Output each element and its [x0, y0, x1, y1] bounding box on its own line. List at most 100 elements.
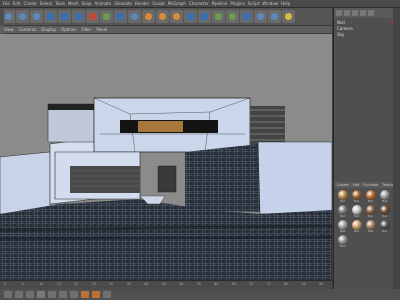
menu-item-simulate[interactable]: Simulate — [114, 1, 132, 6]
right-wall — [257, 141, 332, 215]
floor-icon[interactable] — [254, 10, 267, 23]
material-swatch[interactable]: Mat — [336, 220, 349, 234]
material-preview-ball — [365, 190, 376, 200]
material-menu-create[interactable]: Create — [337, 183, 349, 187]
menu-item-mesh[interactable]: Mesh — [68, 1, 79, 6]
render-picture-icon[interactable] — [156, 10, 169, 23]
record-icon[interactable] — [81, 291, 89, 298]
material-swatch[interactable] — [378, 235, 391, 249]
deformer-icon[interactable] — [240, 10, 253, 23]
material-menu-edit[interactable]: Edit — [353, 183, 360, 187]
menu-item-plugins[interactable]: Plugins — [230, 1, 244, 6]
select-icon[interactable] — [30, 10, 43, 23]
3d-viewport[interactable] — [0, 34, 332, 280]
coordinate-icon[interactable] — [128, 10, 141, 23]
object-manager-tab-objects[interactable] — [360, 10, 366, 16]
next-frame-icon[interactable] — [48, 291, 56, 298]
play-icon[interactable] — [37, 291, 45, 298]
material-name: Mat — [340, 215, 345, 218]
menu-item-animate[interactable]: Animate — [95, 1, 112, 6]
material-swatch[interactable]: Mat — [336, 235, 349, 249]
menu-item-file[interactable]: File — [3, 1, 10, 6]
pen-icon[interactable] — [198, 10, 211, 23]
material-swatch[interactable] — [350, 235, 363, 249]
object-list-item[interactable]: Camera — [337, 26, 377, 31]
array-icon[interactable] — [226, 10, 239, 23]
menu-item-pipeline[interactable]: Pipeline — [212, 1, 228, 6]
redo-icon[interactable] — [16, 10, 29, 23]
camera-icon[interactable] — [268, 10, 281, 23]
material-swatch[interactable]: Mat — [364, 205, 377, 219]
menu-item-sculpt[interactable]: Sculpt — [152, 1, 165, 6]
material-swatch[interactable]: Mat — [336, 190, 349, 204]
go-end-icon[interactable] — [70, 291, 78, 298]
viewport-menu-view[interactable]: View — [4, 27, 14, 32]
x-axis-icon[interactable] — [86, 10, 99, 23]
prev-key-icon[interactable] — [15, 291, 23, 298]
material-grid: Mat Mat Mat Mat Mat Mat Mat Mat Mat Mat Mat Mat Mat — [336, 190, 392, 249]
subdivision-icon[interactable] — [212, 10, 225, 23]
viewport-menu-cameras[interactable]: Cameras — [19, 27, 37, 32]
material-swatch[interactable]: Mat — [350, 220, 363, 234]
move-icon[interactable] — [44, 10, 57, 23]
keyframe-sel-icon[interactable] — [103, 291, 111, 298]
material-swatch[interactable]: Mat — [364, 220, 377, 234]
menu-item-character[interactable]: Character — [189, 1, 209, 6]
material-preview-ball — [379, 205, 390, 215]
menu-item-snap[interactable]: Snap — [81, 1, 91, 6]
menu-item-render[interactable]: Render — [135, 1, 149, 6]
viewport-menu-display[interactable]: Display — [41, 27, 56, 32]
material-swatch[interactable]: Mat — [350, 190, 363, 204]
material-swatch[interactable]: Mat — [364, 190, 377, 204]
cube-icon[interactable] — [184, 10, 197, 23]
menu-item-help[interactable]: Help — [281, 1, 290, 6]
material-swatch[interactable]: Mat — [378, 220, 391, 234]
material-menu-function[interactable]: Function — [363, 183, 378, 187]
viewport-menu-filter[interactable]: Filter — [81, 27, 91, 32]
menu-item-mograph[interactable]: MoGraph — [168, 1, 186, 6]
timeline-tick-label: 20 — [74, 282, 79, 286]
scale-icon[interactable] — [58, 10, 71, 23]
object-list-item[interactable]: Sky — [337, 32, 377, 37]
material-swatch[interactable] — [364, 235, 377, 249]
rotate-icon[interactable] — [72, 10, 85, 23]
material-name: Mat — [354, 215, 359, 218]
material-swatch[interactable]: Mat — [378, 190, 391, 204]
object-list-item[interactable]: Null — [337, 20, 377, 25]
y-axis-icon[interactable] — [100, 10, 113, 23]
timeline-tick-label: 45 — [161, 282, 166, 286]
menu-item-select[interactable]: Select — [40, 1, 52, 6]
material-manager-menu: Create Edit Function Texture — [334, 182, 395, 188]
render-settings-icon[interactable] — [170, 10, 183, 23]
go-start-icon[interactable] — [4, 291, 12, 298]
material-swatch[interactable]: Mat — [350, 205, 363, 219]
menu-item-script[interactable]: Script — [248, 1, 260, 6]
timeline-tick-label: 40 — [144, 282, 149, 286]
prev-frame-icon[interactable] — [26, 291, 34, 298]
material-swatch[interactable]: Mat — [378, 205, 391, 219]
menu-item-create[interactable]: Create — [23, 1, 36, 6]
timeline-tick-label: 80 — [284, 282, 289, 286]
material-name: Mat — [382, 215, 387, 218]
menu-item-window[interactable]: Window — [262, 1, 278, 6]
menu-item-edit[interactable]: Edit — [13, 1, 21, 6]
next-key-icon[interactable] — [59, 291, 67, 298]
material-swatch[interactable]: Mat — [336, 205, 349, 219]
viewport-menu-panel[interactable]: Panel — [96, 27, 107, 32]
viewport-menu-options[interactable]: Options — [61, 27, 76, 32]
timeline[interactable]: 0 5 10 15 20 25 30 35 40 45 50 55 60 65 70 75 80 85 90 — [0, 280, 332, 289]
autokey-icon[interactable] — [92, 291, 100, 298]
object-manager-tab-file[interactable] — [336, 10, 342, 16]
render-view-icon[interactable] — [142, 10, 155, 23]
object-manager-tab-view[interactable] — [352, 10, 358, 16]
timeline-tick-label: 30 — [109, 282, 114, 286]
menu-item-tools[interactable]: Tools — [55, 1, 65, 6]
object-manager-tab-tags[interactable] — [368, 10, 374, 16]
material-name: Mat — [354, 230, 359, 233]
light-icon[interactable] — [282, 10, 295, 23]
object-manager-tab-edit[interactable] — [344, 10, 350, 16]
dark-wall-texture — [185, 144, 260, 212]
material-name: Mat — [368, 200, 373, 203]
timeline-tick-label: 65 — [231, 282, 236, 286]
z-axis-icon[interactable] — [114, 10, 127, 23]
